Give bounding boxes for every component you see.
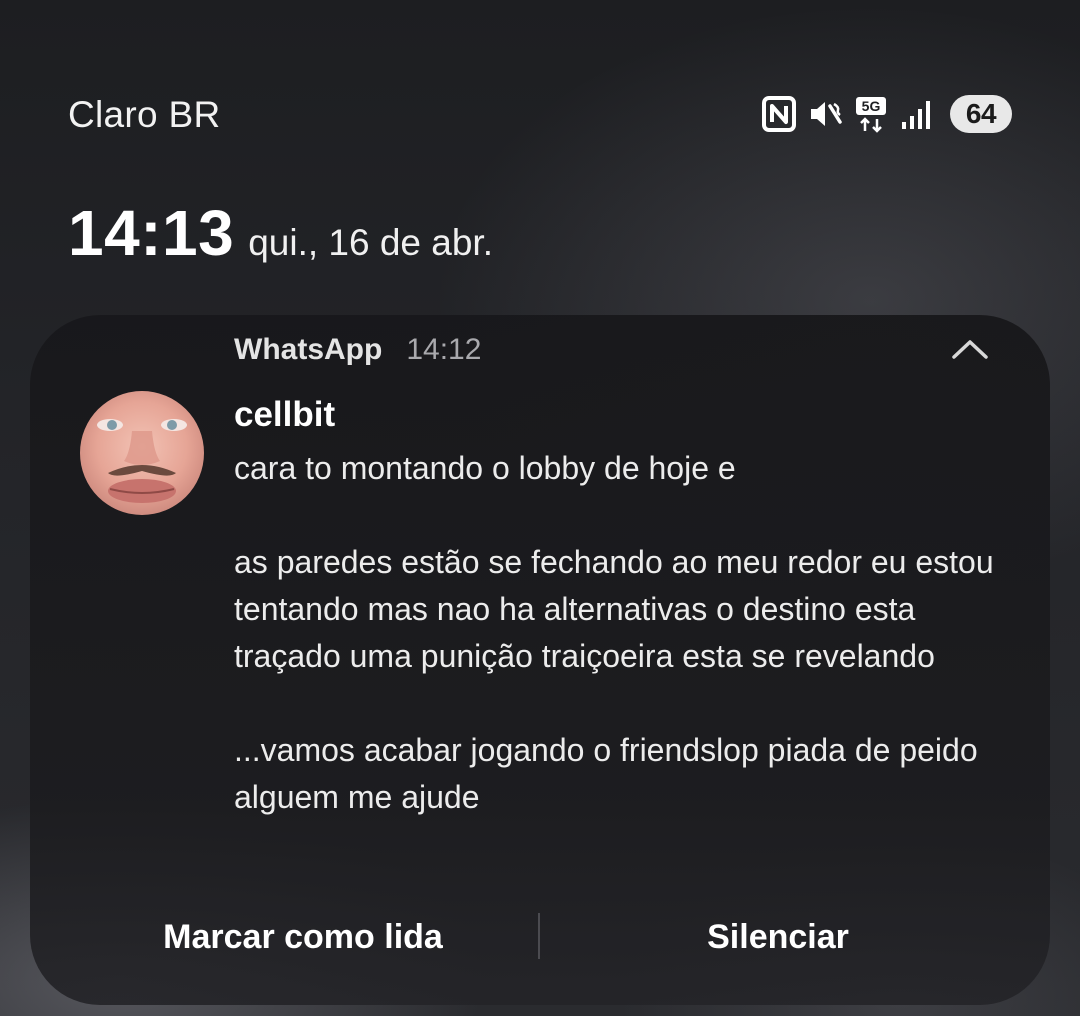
carrier-name: Claro BR — [68, 94, 221, 135]
notification-time: 14:12 — [406, 333, 482, 366]
notification-actions: Marcar como lida Silenciar — [30, 905, 1050, 969]
clock-date: qui., 16 de abr. — [248, 222, 493, 263]
vibrate-silent-icon — [808, 96, 842, 132]
sender-name: cellbit — [234, 395, 336, 434]
message-paragraph: as paredes estão se fechando ao meu redo… — [234, 544, 994, 674]
app-name: WhatsApp — [234, 333, 383, 366]
nfc-icon — [762, 96, 796, 132]
avatar[interactable] — [80, 391, 204, 515]
chevron-up-icon — [950, 337, 990, 366]
clock-time: 14:13 — [68, 197, 235, 269]
whatsapp-notification-card[interactable]: WhatsApp 14:12 cellbit cara to montando … — [30, 315, 1050, 1005]
message-paragraph: ...vamos acabar jogando o friendslop pia… — [234, 732, 978, 815]
collapse-button[interactable] — [942, 329, 998, 373]
mute-button[interactable]: Silenciar — [670, 905, 886, 969]
mark-as-read-button[interactable]: Marcar como lida — [130, 905, 476, 969]
battery-indicator: 64 — [950, 95, 1012, 133]
message-paragraph: cara to montando o lobby de hoje e — [234, 450, 736, 486]
notification-header: WhatsApp 14:12 — [234, 333, 481, 367]
signal-bars-icon — [900, 97, 934, 131]
status-icons: 5G 64 — [762, 92, 1012, 136]
action-divider — [538, 913, 540, 959]
network-type-label: 5G — [862, 98, 881, 114]
lockscreen-clock: 14:13 qui., 16 de abr. — [68, 196, 493, 270]
message-body: cara to montando o lobby de hoje e as pa… — [234, 445, 1024, 821]
5g-data-icon: 5G — [854, 95, 888, 133]
